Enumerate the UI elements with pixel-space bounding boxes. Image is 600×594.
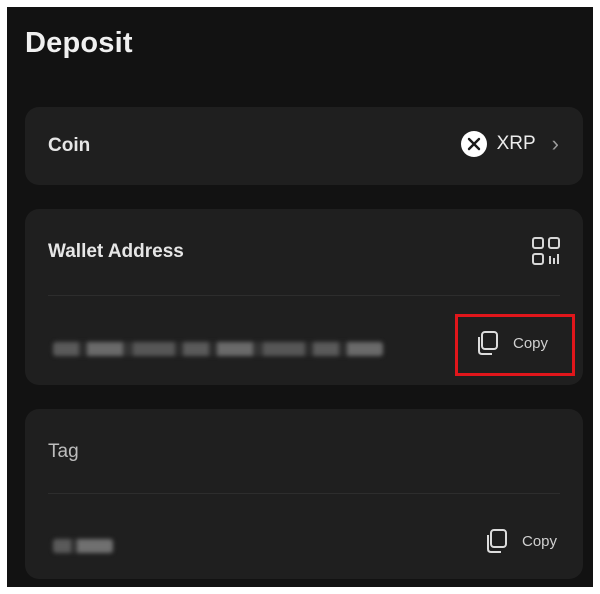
copy-tag-button[interactable]: Copy bbox=[482, 527, 557, 555]
wallet-address-label: Wallet Address bbox=[48, 241, 184, 262]
tag-card: Tag Copy bbox=[25, 409, 583, 579]
divider bbox=[48, 295, 560, 296]
coin-value-group[interactable]: XRP › bbox=[460, 131, 559, 157]
divider bbox=[48, 493, 560, 494]
coin-value: XRP bbox=[496, 133, 536, 154]
highlight-box bbox=[455, 314, 575, 376]
copy-label: Copy bbox=[522, 532, 558, 550]
coin-label: Coin bbox=[48, 135, 91, 156]
chevron-right-icon: › bbox=[551, 131, 559, 156]
copy-icon bbox=[487, 529, 507, 553]
wallet-address-value bbox=[53, 342, 383, 356]
coin-selector[interactable]: Coin XRP › bbox=[25, 107, 583, 185]
page-title: Deposit bbox=[25, 27, 133, 59]
qr-code-icon[interactable] bbox=[531, 236, 561, 266]
xrp-icon bbox=[460, 131, 487, 157]
tag-label: Tag bbox=[48, 441, 79, 462]
tag-value bbox=[53, 539, 113, 553]
deposit-screen: Deposit Coin XRP › Wallet Address Copy T… bbox=[7, 7, 593, 587]
